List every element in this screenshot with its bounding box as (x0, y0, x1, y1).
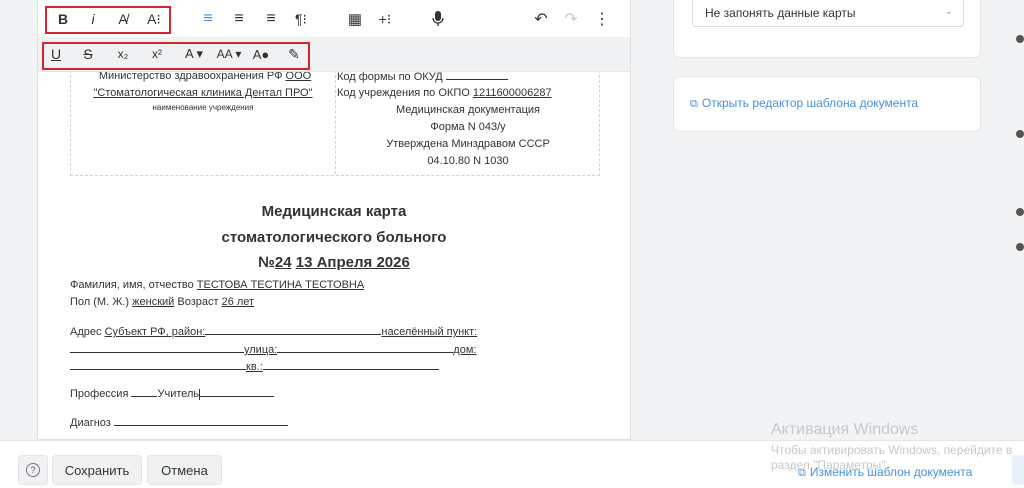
approved-line: Утверждена Минздравом СССР (386, 138, 550, 150)
template-editor-card: ⧉ Открыть редактор шаблона документа (673, 76, 981, 132)
house-blank (70, 360, 246, 370)
save-button[interactable]: Сохранить (52, 455, 142, 485)
profession-label: Профессия (70, 388, 129, 400)
okpo-value: 1211600006287 (472, 87, 552, 99)
highlight-frame-secondary (42, 42, 310, 70)
district-blank (205, 325, 382, 335)
redo-button[interactable]: ↷ (558, 6, 584, 32)
age-label: Возраст (177, 296, 219, 308)
watermark-line3: раздел "Параметры". (771, 458, 889, 472)
clinic-name: "Стоматологическая клиника Дентал ПРО" (93, 87, 313, 99)
med-doc-line: Медицинская документация (396, 104, 540, 116)
number-sign: № (258, 254, 275, 271)
table-button[interactable]: ▦ (342, 6, 368, 32)
sex-label: Пол (М. Ж.) (70, 296, 130, 308)
cancel-button[interactable]: Отмена (147, 455, 222, 485)
microphone-icon (432, 11, 444, 26)
address-subject: Субъект РФ, район: (104, 326, 206, 338)
undo-button[interactable]: ↶ (528, 6, 554, 32)
align-right-button[interactable]: ≡ (258, 6, 284, 32)
open-template-editor-label: Открыть редактор шаблона документа (701, 96, 919, 110)
settlement-label: населённый пункт: (381, 326, 478, 338)
more-button[interactable]: ⋮ (589, 6, 615, 32)
org-form: ООО (285, 72, 312, 82)
approved-date-line: 04.10.80 N 1030 (427, 155, 509, 167)
fio-line: Фамилия, имя, отчество ТЕСТОВА ТЕСТИНА Т… (70, 279, 364, 291)
microphone-button[interactable] (425, 6, 451, 32)
insert-button[interactable]: +⁝ (372, 6, 398, 32)
diagnosis-line: Диагноз (70, 416, 288, 429)
side-indicator-dot (1016, 243, 1024, 251)
windows-activation-watermark: Активация Windows Чтобы активировать Win… (771, 421, 1012, 472)
align-left-button[interactable]: ≡ (195, 6, 221, 32)
address-line-1: Адрес Субъект РФ, район: населённый пункт… (70, 325, 477, 338)
question-icon: ? (26, 463, 40, 477)
primary-action-button[interactable] (1012, 455, 1024, 485)
diagnosis-blank (113, 416, 288, 426)
profession-value: Учитель (157, 388, 200, 400)
doc-title-line2: стоматологического больного (221, 229, 447, 246)
form-line: Форма N 043/у (430, 121, 506, 133)
highlight-frame-primary (45, 6, 171, 34)
help-button[interactable]: ? (18, 455, 48, 485)
editor-toolbar-primary: B i A̸ A⁝ ≡ ≡ ≡ ¶⁝ ▦ +⁝ ↶ ↷ ⋮ (38, 0, 630, 37)
header-divider (335, 72, 336, 174)
open-template-editor-link[interactable]: ⧉ Открыть редактор шаблона документа (690, 96, 918, 111)
org-caption: наименование учреждения (152, 103, 254, 112)
align-center-button[interactable]: ≡ (226, 6, 252, 32)
profession-line: Профессия Учитель (70, 387, 275, 400)
settlement-blank (70, 343, 244, 353)
sex-age-line: Пол (М. Ж.) женский Возраст 26 лет (70, 296, 254, 308)
card-number: 24 (274, 254, 292, 271)
document-header-table: Министерство здравоохранения РФ ООО "Сто… (70, 72, 600, 176)
profession-blank-1 (131, 387, 158, 397)
sex-value: женский (132, 296, 175, 308)
side-indicator-dot (1016, 35, 1024, 43)
apt-blank (262, 360, 439, 370)
side-indicator-dot (1016, 130, 1024, 138)
house-label: дом: (453, 344, 477, 356)
okud-label: Код формы по ОКУД (337, 72, 443, 83)
address-line-3: кв.: (70, 360, 439, 373)
card-data-select[interactable]: Не запонять данные карты ⌄ (692, 0, 964, 27)
okud-blank (445, 72, 508, 80)
street-label: улица: (244, 344, 278, 356)
okpo-label: Код учреждения по ОКПО (337, 87, 470, 99)
org-name: Министерство здравоохранения РФ (98, 72, 283, 82)
apt-label: кв.: (246, 361, 263, 373)
paragraph-button[interactable]: ¶⁝ (288, 6, 314, 32)
editor-toolbar-secondary: U S x₂ x² A ▾ AA ▾ A● ✎ (38, 37, 630, 72)
card-data-settings: Не запонять данные карты ⌄ (673, 0, 981, 58)
address-label: Адрес (70, 326, 102, 338)
side-indicator-dot (1016, 208, 1024, 216)
header-org-line: Министерство здравоохранения РФ ООО (95, 72, 315, 82)
address-line-2: улица: дом: (70, 343, 476, 356)
diagnosis-label: Диагноз (70, 417, 111, 429)
okpo-line: Код учреждения по ОКПО 1211600006287 (337, 87, 552, 99)
card-date: 13 Апреля 2026 (295, 254, 410, 271)
fio-value: ТЕСТОВА ТЕСТИНА ТЕСТОВНА (196, 279, 365, 291)
doc-title-number: №24 13 Апреля 2026 (38, 254, 630, 271)
watermark-title: Активация Windows (771, 421, 919, 438)
watermark-line2: Чтобы активировать Windows, перейдите в (771, 443, 1013, 457)
external-link-icon: ⧉ (690, 98, 698, 110)
fio-label: Фамилия, имя, отчество (70, 279, 194, 291)
street-blank (277, 343, 454, 353)
chevron-down-icon: ⌄ (944, 6, 953, 17)
age-value: 26 лет (221, 296, 255, 308)
document-page[interactable]: Министерство здравоохранения РФ ООО "Сто… (38, 72, 630, 440)
okud-line: Код формы по ОКУД (337, 72, 508, 83)
doc-title-line1: Медицинская карта (261, 203, 407, 220)
document-editor[interactable]: B i A̸ A⁝ ≡ ≡ ≡ ¶⁝ ▦ +⁝ ↶ ↷ ⋮ U S x₂ x² … (37, 0, 631, 440)
profession-blank-2 (200, 387, 275, 397)
select-value: Не запонять данные карты (705, 6, 856, 20)
